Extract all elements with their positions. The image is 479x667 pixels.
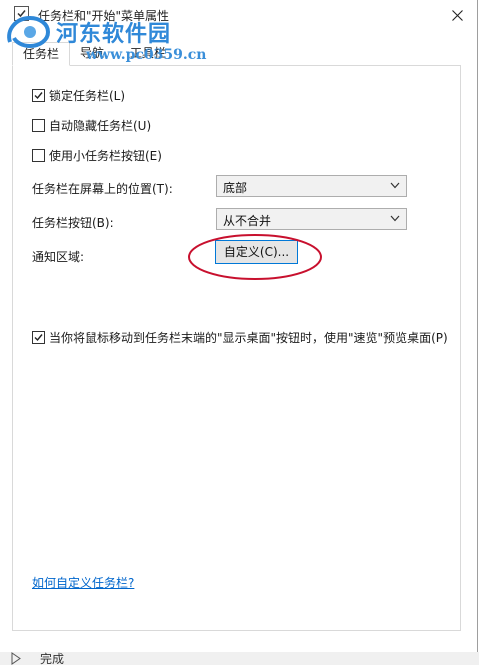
taskbar-position-value: 底部 — [223, 181, 248, 195]
taskbar-position-select[interactable]: 底部 — [216, 175, 407, 197]
taskbar-buttons-label: 任务栏按钮(B): — [32, 216, 114, 230]
peek-desktop-label: 当你将鼠标移动到任务栏末端的"显示桌面"按钮时，使用"速览"预览桌面(P) — [49, 330, 448, 345]
taskbar-buttons-select[interactable]: 从不合并 — [216, 208, 407, 230]
checkmark-icon — [34, 333, 43, 341]
chevron-down-icon — [390, 182, 400, 189]
small-buttons-option[interactable]: 使用小任务栏按钮(E) — [32, 146, 162, 164]
autohide-taskbar-label: 自动隐藏任务栏(U) — [49, 118, 152, 133]
chevron-down-icon — [390, 215, 400, 222]
autohide-taskbar-option[interactable]: 自动隐藏任务栏(U) — [32, 116, 151, 134]
checkmark-icon — [34, 91, 43, 99]
close-button[interactable] — [440, 2, 474, 28]
autohide-taskbar-checkbox[interactable] — [32, 118, 45, 132]
red-annotation-ellipse — [188, 234, 322, 280]
notification-area-label: 通知区域: — [32, 250, 85, 264]
site-watermark: 河东软件园 www.pc0359.cn — [4, 12, 214, 72]
underlying-window-strip: 完成 — [0, 652, 479, 666]
close-icon — [451, 9, 463, 21]
customize-taskbar-help-link[interactable]: 如何自定义任务栏? — [32, 574, 134, 591]
taskbar-tab-panel: 锁定任务栏(L) 自动隐藏任务栏(U) 使用小任务栏按钮(E) 任务栏在屏幕上的… — [12, 65, 461, 631]
watermark-url: www.pc0359.cn — [86, 47, 207, 63]
peek-desktop-checkbox[interactable] — [32, 330, 45, 344]
properties-dialog: 任务栏和"开始"菜单属性 任务栏 导航 工具栏 锁定任务栏(L) 自动隐藏任务栏… — [0, 0, 478, 665]
taskbar-buttons-value: 从不合并 — [223, 214, 272, 228]
lock-taskbar-checkbox[interactable] — [32, 88, 45, 102]
peek-desktop-option[interactable]: 当你将鼠标移动到任务栏末端的"显示桌面"按钮时，使用"速览"预览桌面(P) — [32, 328, 448, 346]
small-buttons-label: 使用小任务栏按钮(E) — [49, 148, 162, 163]
play-icon — [11, 652, 21, 665]
lock-taskbar-label: 锁定任务栏(L) — [49, 88, 126, 103]
lock-taskbar-option[interactable]: 锁定任务栏(L) — [32, 86, 125, 104]
small-buttons-checkbox[interactable] — [32, 148, 45, 162]
underlying-window-text: 完成 — [40, 652, 65, 666]
watermark-logo-icon — [7, 15, 51, 49]
taskbar-position-label: 任务栏在屏幕上的位置(T): — [32, 182, 173, 196]
watermark-title: 河东软件园 — [56, 21, 172, 47]
